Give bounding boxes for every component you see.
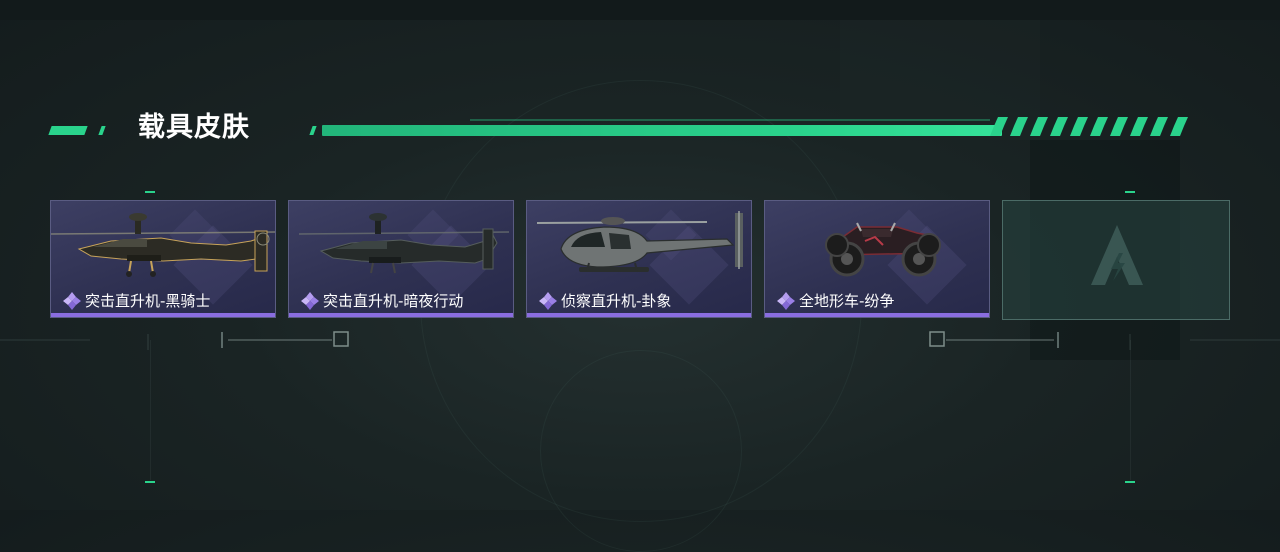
vehicle-skin-card[interactable]: 突击直升机-暗夜行动	[288, 200, 514, 318]
rarity-bar	[289, 313, 513, 317]
frame-tick	[145, 191, 155, 193]
frame-tick	[145, 481, 155, 483]
vehicle-skin-card[interactable]: 突击直升机-黑骑士	[50, 200, 276, 318]
header-accent-tick	[309, 126, 317, 135]
rarity-bar	[51, 313, 275, 317]
rarity-bar	[765, 313, 989, 317]
header-thin-line	[470, 119, 990, 121]
rarity-gem-icon	[777, 292, 795, 310]
vehicle-skin-card[interactable]: 全地形车-纷争	[764, 200, 990, 318]
frame-tick	[1125, 191, 1135, 193]
attack-helicopter-icon	[298, 213, 510, 274]
rarity-gem-icon	[539, 292, 557, 310]
header-accent-tick	[98, 126, 106, 135]
card-label: 突击直升机-黑骑士	[85, 292, 211, 310]
scout-helicopter-icon	[536, 211, 743, 272]
attack-helicopter-icon	[51, 213, 275, 277]
rarity-gem-icon	[301, 292, 319, 310]
header-accent-bar	[322, 125, 1002, 136]
rarity-gem-icon	[63, 292, 81, 310]
guide-line	[150, 340, 151, 480]
hud-timeline-right	[929, 331, 1280, 350]
header-checker-pattern	[990, 117, 1188, 136]
game-logo-icon	[1091, 225, 1143, 285]
card-label: 突击直升机-暗夜行动	[323, 292, 464, 310]
atv-icon	[825, 222, 941, 277]
vehicle-skin-card[interactable]: 侦察直升机-卦象	[526, 200, 752, 318]
card-label: 全地形车-纷争	[799, 292, 895, 310]
hud-timeline-left	[0, 331, 349, 350]
frame-tick	[1125, 481, 1135, 483]
background-ring-inner	[540, 350, 742, 552]
section-title: 载具皮肤	[138, 112, 250, 143]
guide-line	[1130, 340, 1131, 480]
empty-skin-slot[interactable]	[1002, 200, 1230, 320]
card-label: 侦察直升机-卦象	[561, 292, 672, 310]
rarity-bar	[527, 313, 751, 317]
header-accent-dash	[48, 126, 88, 135]
top-shadow-band	[0, 0, 1280, 20]
